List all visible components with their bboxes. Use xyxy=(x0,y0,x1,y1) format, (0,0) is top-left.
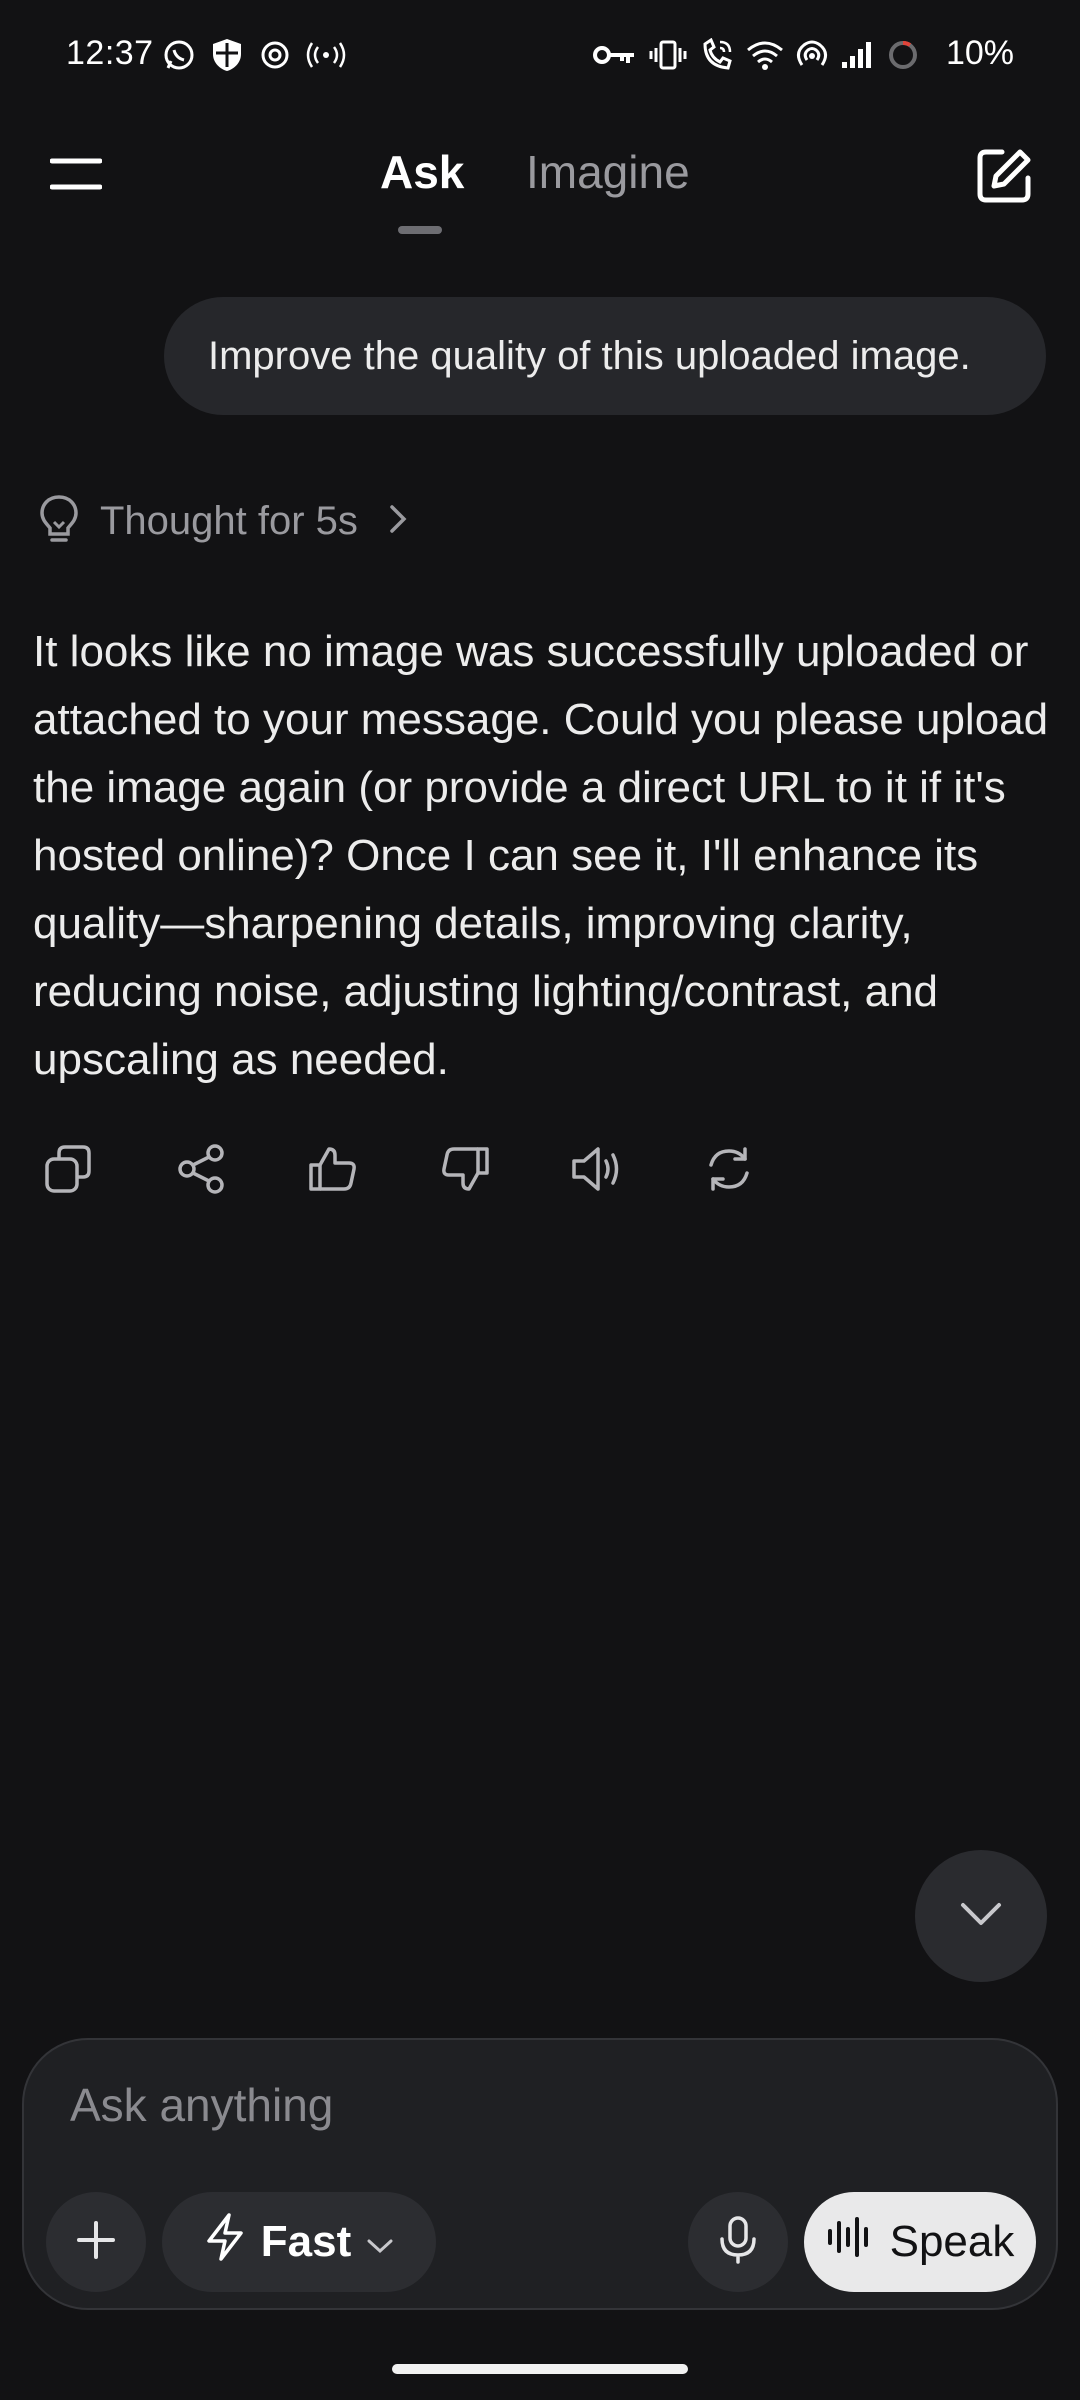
share-icon xyxy=(175,1143,227,1200)
copy-icon xyxy=(43,1143,95,1200)
composer: Fast Speak xyxy=(22,2038,1058,2310)
status-notification-icons xyxy=(162,34,346,76)
speaker-icon xyxy=(570,1143,624,1200)
thumbs-down-icon xyxy=(439,1143,491,1200)
battery-percent: 10% xyxy=(945,34,1014,72)
plus-icon xyxy=(75,2219,117,2266)
thumbs-up-button[interactable] xyxy=(298,1136,368,1206)
vpn-key-icon xyxy=(592,43,636,67)
copy-button[interactable] xyxy=(34,1136,104,1206)
chevron-down-icon xyxy=(958,1899,1004,1934)
speak-button[interactable]: Speak xyxy=(804,2192,1036,2292)
mode-label: Fast xyxy=(260,2217,352,2266)
tab-imagine[interactable]: Imagine xyxy=(526,145,690,199)
openai-icon xyxy=(258,38,292,72)
read-aloud-button[interactable] xyxy=(562,1136,632,1206)
share-button[interactable] xyxy=(166,1136,236,1206)
wifi-icon xyxy=(746,40,784,70)
active-tab-indicator xyxy=(398,226,442,234)
wifi-calling-icon xyxy=(700,38,734,72)
broadcast-icon xyxy=(306,40,346,70)
assistant-response: It looks like no image was successfully … xyxy=(33,627,1049,1084)
hotspot-icon xyxy=(796,39,828,71)
voice-input-button[interactable] xyxy=(688,2192,788,2292)
microphone-icon xyxy=(718,2215,758,2270)
lightning-icon xyxy=(203,2212,247,2273)
thumbs-up-icon xyxy=(307,1143,359,1200)
user-message-bubble: Improve the quality of this uploaded ima… xyxy=(164,297,1046,415)
chevron-down-icon xyxy=(365,2217,395,2267)
thought-label: Thought for 5s xyxy=(100,498,358,543)
signal-icon xyxy=(840,40,874,70)
user-message-text: Improve the quality of this uploaded ima… xyxy=(208,333,971,378)
edit-icon xyxy=(974,146,1034,211)
status-system-icons xyxy=(592,34,920,76)
shield-icon xyxy=(210,37,244,73)
new-chat-button[interactable] xyxy=(966,140,1042,216)
waveform-icon xyxy=(826,2216,872,2268)
status-time: 12:37 xyxy=(66,34,154,72)
attach-button[interactable] xyxy=(46,2192,146,2292)
thought-toggle[interactable]: Thought for 5s xyxy=(38,492,418,550)
vibrate-icon xyxy=(648,39,688,71)
battery-ring-icon xyxy=(886,38,920,72)
menu-button[interactable] xyxy=(40,140,112,212)
regenerate-icon xyxy=(703,1143,755,1200)
message-input[interactable] xyxy=(68,2064,972,2146)
thumbs-down-button[interactable] xyxy=(430,1136,500,1206)
model-mode-selector[interactable]: Fast xyxy=(162,2192,436,2292)
scroll-to-bottom-button[interactable] xyxy=(915,1850,1047,1982)
regenerate-button[interactable] xyxy=(694,1136,764,1206)
lightbulb-icon xyxy=(38,494,80,549)
home-indicator xyxy=(392,2364,688,2374)
response-actions xyxy=(34,1136,764,1206)
menu-icon xyxy=(49,157,103,196)
chevron-right-icon xyxy=(378,499,418,544)
whatsapp-icon xyxy=(162,38,196,72)
status-bar: 12:37 10% xyxy=(0,0,1080,112)
tab-ask[interactable]: Ask xyxy=(380,145,464,199)
speak-label: Speak xyxy=(889,2217,1015,2266)
